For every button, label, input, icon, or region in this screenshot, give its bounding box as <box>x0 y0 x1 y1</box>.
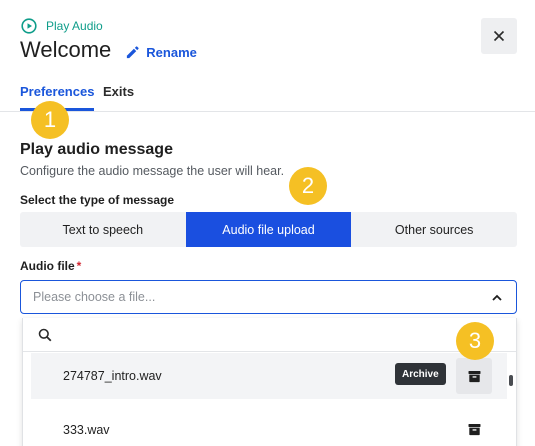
tab-exits[interactable]: Exits <box>103 84 134 108</box>
option-audio-file-upload[interactable]: Audio file upload <box>185 212 352 247</box>
section-title: Play audio message <box>20 141 173 158</box>
node-type: Play Audio <box>21 18 103 34</box>
archive-tooltip: Archive <box>395 363 446 385</box>
dropdown-search[interactable] <box>23 318 516 352</box>
pencil-icon <box>127 45 139 58</box>
close-button[interactable] <box>481 18 517 54</box>
option-other-sources[interactable]: Other sources <box>351 212 517 247</box>
search-icon <box>38 328 52 341</box>
step-badge-3: 3 <box>456 322 494 360</box>
audio-file-input[interactable] <box>33 290 473 304</box>
step-badge-1: 1 <box>31 101 69 139</box>
section-description: Configure the audio message the user wil… <box>20 164 285 178</box>
tab-bar: Preferences Exits <box>0 84 535 112</box>
archive-button[interactable] <box>456 411 492 446</box>
title-row: Welcome Rename <box>20 37 197 63</box>
audio-file-label: Audio file * <box>20 259 81 273</box>
archive-icon <box>468 370 480 382</box>
dropdown-scrollbar[interactable] <box>509 375 513 386</box>
node-type-label: Play Audio <box>46 19 103 33</box>
play-circle-icon <box>21 18 37 34</box>
chevron-up-icon[interactable] <box>491 292 503 304</box>
archive-icon <box>468 423 480 435</box>
audio-file-label-text: Audio file <box>20 259 75 273</box>
page-title: Welcome <box>20 37 112 62</box>
required-mark: * <box>76 259 82 273</box>
file-name: 274787_intro.wav <box>63 369 162 383</box>
close-icon <box>493 30 505 42</box>
option-text-to-speech[interactable]: Text to speech <box>20 212 186 247</box>
rename-label: Rename <box>146 44 197 60</box>
rename-button[interactable]: Rename <box>125 45 197 60</box>
audio-file-select[interactable] <box>20 280 517 314</box>
file-name: 333.wav <box>63 423 110 437</box>
list-item[interactable]: 333.wav <box>31 407 507 446</box>
archive-button[interactable] <box>456 358 492 394</box>
message-type-selector: Text to speech Audio file upload Other s… <box>20 212 517 247</box>
step-badge-2: 2 <box>289 167 327 205</box>
message-type-label: Select the type of message <box>20 193 175 207</box>
